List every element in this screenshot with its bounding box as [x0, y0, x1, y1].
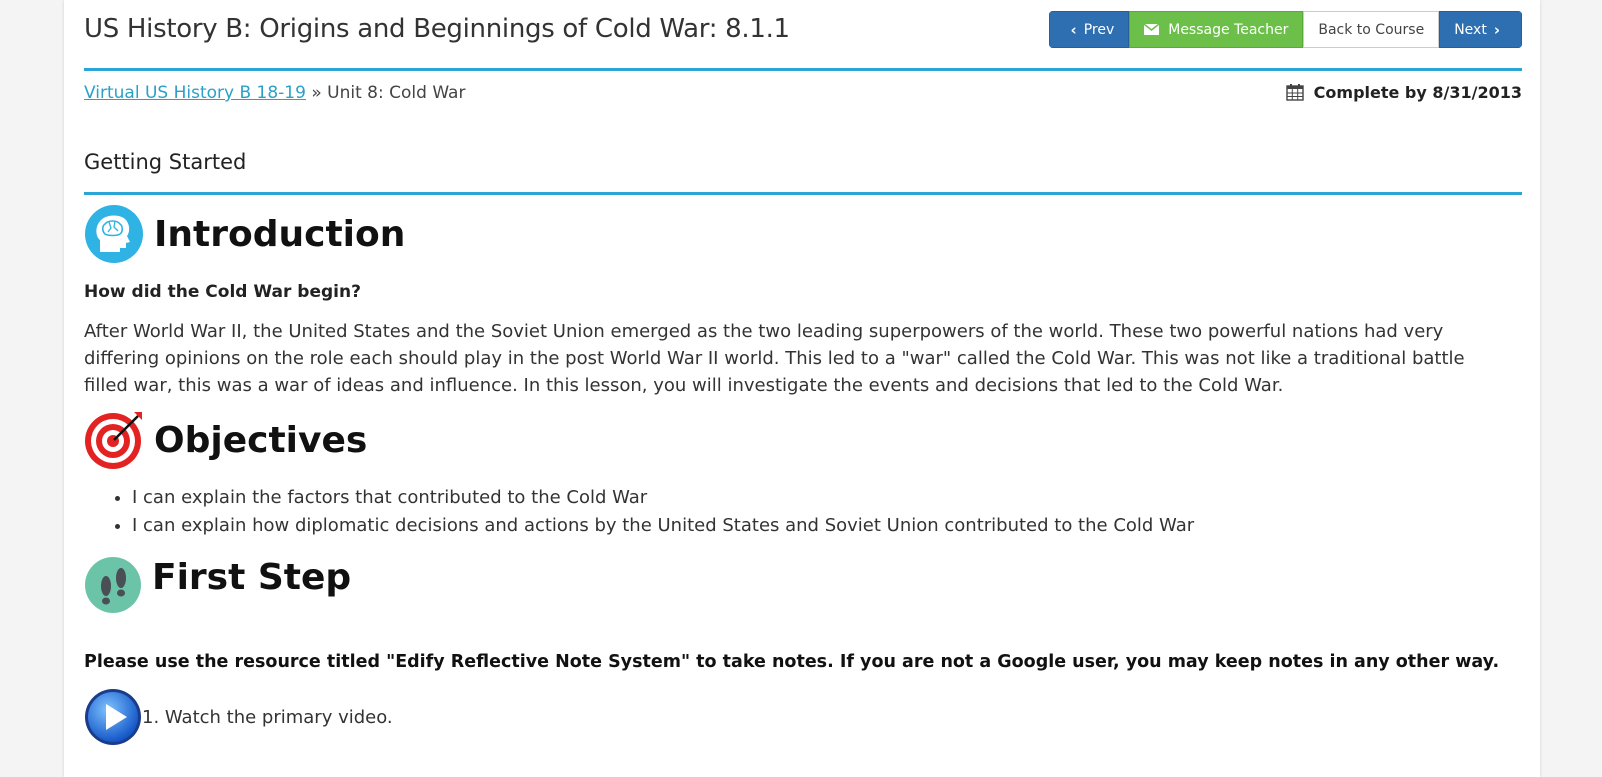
- introduction-heading: Introduction: [84, 204, 405, 264]
- due-date: Complete by 8/31/2013: [1285, 83, 1522, 102]
- footprints-icon: [85, 557, 141, 613]
- content-page: US History B: Origins and Beginnings of …: [64, 0, 1540, 777]
- due-date-label: Complete by 8/31/2013: [1313, 83, 1522, 102]
- message-teacher-label: Message Teacher: [1168, 21, 1289, 38]
- brain-head-icon: [85, 205, 143, 263]
- message-teacher-button[interactable]: Message Teacher: [1129, 11, 1304, 48]
- calendar-icon: [1285, 84, 1304, 101]
- target-icon: [85, 412, 142, 469]
- breadcrumb-separator: »: [311, 83, 322, 103]
- prev-button[interactable]: ‹ Prev: [1048, 11, 1130, 48]
- step-1-text: 1. Watch the primary video.: [142, 706, 393, 728]
- breadcrumb: Virtual US History B 18-19 » Unit 8: Col…: [84, 83, 465, 103]
- nav-button-group: ‹ Prev Message Teacher Back to Course Ne…: [1048, 11, 1522, 48]
- first-step-heading: First Step: [84, 556, 351, 614]
- chevron-left-icon: ‹: [1070, 20, 1077, 39]
- notes-instruction: Please use the resource titled "Edify Re…: [84, 652, 1500, 672]
- objectives-list: I can explain the factors that contribut…: [84, 484, 1194, 540]
- step-item: 1. Watch the primary video.: [84, 688, 393, 746]
- envelope-icon: [1144, 24, 1160, 35]
- introduction-question: How did the Cold War begin?: [84, 282, 361, 302]
- objectives-title: Objectives: [154, 419, 368, 461]
- chevron-right-icon: ›: [1493, 20, 1500, 39]
- lesson-header: US History B: Origins and Beginnings of …: [84, 0, 1522, 71]
- breadcrumb-unit: Unit 8: Cold War: [327, 83, 466, 103]
- next-button[interactable]: Next ›: [1439, 11, 1522, 48]
- breadcrumb-course-link[interactable]: Virtual US History B 18-19: [84, 83, 306, 103]
- next-label: Next: [1454, 21, 1487, 38]
- back-to-course-label: Back to Course: [1318, 21, 1425, 38]
- objectives-heading: Objectives: [84, 410, 367, 470]
- play-icon[interactable]: [84, 688, 142, 746]
- back-to-course-button[interactable]: Back to Course: [1303, 11, 1440, 48]
- first-step-title: First Step: [152, 556, 352, 598]
- section-title: Getting Started: [84, 150, 1522, 195]
- page-title: US History B: Origins and Beginnings of …: [84, 14, 790, 44]
- prev-label: Prev: [1083, 21, 1115, 38]
- list-item: I can explain the factors that contribut…: [132, 484, 1194, 512]
- introduction-title: Introduction: [154, 213, 406, 255]
- introduction-paragraph: After World War II, the United States an…: [84, 321, 1465, 396]
- list-item: I can explain how diplomatic decisions a…: [132, 512, 1194, 540]
